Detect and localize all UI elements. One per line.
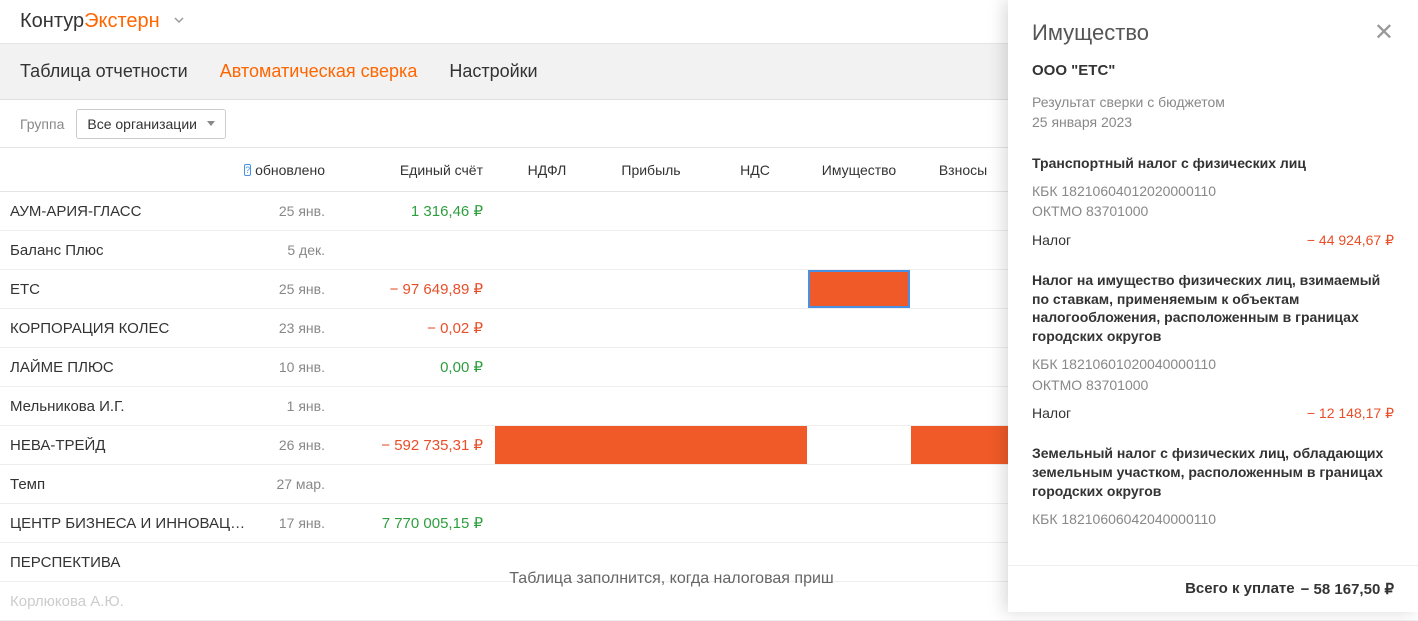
account-value: 1 316,46 ₽ xyxy=(411,203,483,220)
panel-total: Всего к уплате − 58 167,50 ₽ xyxy=(1008,565,1418,612)
tax-row-value: − 12 148,17 ₽ xyxy=(1307,405,1394,422)
footer-note: Таблица заполнится, когда налоговая приш xyxy=(335,570,1008,588)
tax-oktmo: ОКТМО 83701000 xyxy=(1032,201,1394,221)
tax-block: Транспортный налог с физических лиц КБК … xyxy=(1032,154,1394,248)
row-date: 10 янв. xyxy=(260,359,335,375)
cell-property[interactable] xyxy=(807,271,911,307)
row-account: 7 770 005,15 ₽ xyxy=(335,514,495,532)
row-name: ЛАЙМЕ ПЛЮС xyxy=(0,359,260,376)
logo-part2: Экстерн xyxy=(84,10,160,32)
row-account: 1 316,46 ₽ xyxy=(335,202,495,220)
row-account: − 97 649,89 ₽ xyxy=(335,280,495,298)
row-name: Темп xyxy=(0,476,260,493)
row-name: ЦЕНТР БИЗНЕСА И ИННОВАЦ… xyxy=(0,515,260,532)
row-account: − 0,02 ₽ xyxy=(335,319,495,337)
chevron-down-icon[interactable] xyxy=(172,13,186,30)
col-ndfl: НДФЛ xyxy=(495,162,599,178)
tax-kbk: КБК 18210601020040000110 xyxy=(1032,354,1394,374)
row-name: ЕТС xyxy=(0,281,260,298)
panel-subtitle: Результат сверки с бюджетом xyxy=(1032,93,1394,113)
panel-org: ООО "ЕТС" xyxy=(1032,62,1394,79)
close-icon[interactable]: ✕ xyxy=(1374,21,1394,45)
tax-title: Земельный налог с физических лиц, облада… xyxy=(1032,444,1394,501)
help-small-icon[interactable]: ? xyxy=(244,164,251,176)
row-date: 26 янв. xyxy=(260,437,335,453)
row-name: Баланс Плюс xyxy=(0,242,260,259)
row-date: 27 мар. xyxy=(260,476,335,492)
col-contrib: Взносы xyxy=(911,162,1015,178)
row-name: НЕВА-ТРЕЙД xyxy=(0,437,260,454)
row-date: 1 янв. xyxy=(260,398,335,414)
cell-nds[interactable] xyxy=(703,426,807,464)
group-select[interactable]: Все организации xyxy=(76,109,226,139)
row-account: 0,00 ₽ xyxy=(335,358,495,376)
col-account: Единый счёт xyxy=(335,162,495,178)
tax-oktmo: ОКТМО 83701000 xyxy=(1032,375,1394,395)
tax-block: Земельный налог с физических лиц, облада… xyxy=(1032,444,1394,529)
col-profit: Прибыль xyxy=(599,162,703,178)
tax-kbk: КБК 18210604012020000110 xyxy=(1032,181,1394,201)
col-nds: НДС xyxy=(703,162,807,178)
col-property: Имущество xyxy=(807,162,911,178)
account-value: − 592 735,31 ₽ xyxy=(381,437,483,454)
total-value: − 58 167,50 ₽ xyxy=(1301,580,1394,598)
logo[interactable]: КонтурЭкстерн xyxy=(20,10,160,33)
tax-row-label: Налог xyxy=(1032,405,1071,422)
tax-block: Налог на имущество физических лиц, взима… xyxy=(1032,271,1394,422)
logo-part1: Контур xyxy=(20,10,84,32)
row-name: ПЕРСПЕКТИВА xyxy=(0,554,260,571)
row-name: АУМ-АРИЯ-ГЛАСС xyxy=(0,203,260,220)
tax-kbk: КБК 18210606042040000110 xyxy=(1032,509,1394,529)
row-name: Мельникова И.Г. xyxy=(0,398,260,415)
panel-date: 25 января 2023 xyxy=(1032,113,1394,133)
account-value: 7 770 005,15 ₽ xyxy=(382,515,483,532)
tax-row-label: Налог xyxy=(1032,232,1071,249)
row-date: 25 янв. xyxy=(260,281,335,297)
account-value: − 97 649,89 ₽ xyxy=(390,281,483,298)
tab-reconciliation[interactable]: Автоматическая сверка xyxy=(220,61,418,82)
panel-title: Имущество xyxy=(1032,20,1374,46)
account-value: − 0,02 ₽ xyxy=(427,320,483,337)
cell-profit[interactable] xyxy=(599,426,703,464)
row-date: 25 янв. xyxy=(260,203,335,219)
row-date: 17 янв. xyxy=(260,515,335,531)
tax-row-value: − 44 924,67 ₽ xyxy=(1307,232,1394,249)
tab-settings[interactable]: Настройки xyxy=(449,61,537,82)
row-name: Корлюкова А.Ю. xyxy=(0,593,260,610)
detail-panel: Имущество ✕ ООО "ЕТС" Результат сверки с… xyxy=(1008,0,1418,612)
tab-reporting[interactable]: Таблица отчетности xyxy=(20,61,188,82)
total-label: Всего к уплате xyxy=(1185,580,1295,598)
tax-title: Транспортный налог с физических лиц xyxy=(1032,154,1394,173)
row-name: КОРПОРАЦИЯ КОЛЕС xyxy=(0,320,260,337)
cell-contrib[interactable] xyxy=(911,426,1015,464)
tax-title: Налог на имущество физических лиц, взима… xyxy=(1032,271,1394,347)
col-updated: ? обновлено xyxy=(260,162,335,178)
row-date: 23 янв. xyxy=(260,320,335,336)
account-value: 0,00 ₽ xyxy=(440,359,483,376)
row-account: − 592 735,31 ₽ xyxy=(335,436,495,454)
row-date: 5 дек. xyxy=(260,242,335,258)
group-select-value: Все организации xyxy=(87,116,197,132)
group-label: Группа xyxy=(20,116,64,132)
cell-ndfl[interactable] xyxy=(495,426,599,464)
